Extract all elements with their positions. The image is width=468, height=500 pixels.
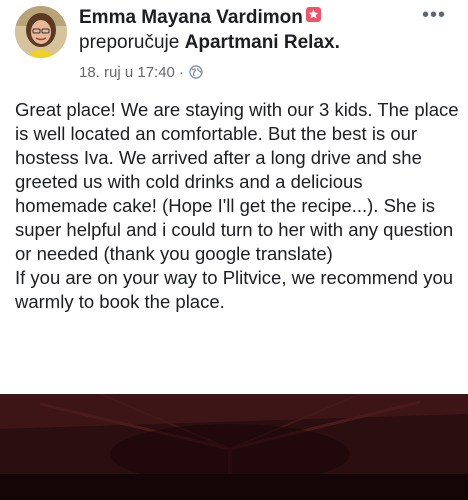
- attached-photo[interactable]: [0, 394, 468, 500]
- recommendation-badge-icon: [305, 7, 321, 22]
- post-header: Emma Mayana Vardimon preporučuje Apartma…: [79, 5, 409, 85]
- avatar-photo: [15, 6, 67, 58]
- action-line: preporučuje Apartmani Relax.: [79, 30, 409, 55]
- page-name-link[interactable]: Apartmani Relax.: [185, 32, 340, 53]
- more-options-icon[interactable]: •••: [422, 5, 446, 25]
- post-meta: 18. ruj u 17:40 ·: [79, 63, 409, 85]
- post-text: Great place! We are staying with our 3 k…: [15, 99, 459, 312]
- review-post: Emma Mayana Vardimon preporučuje Apartma…: [0, 0, 468, 394]
- author-avatar[interactable]: [15, 6, 67, 58]
- post-timestamp[interactable]: 18. ruj u 17:40: [79, 64, 175, 81]
- photo-image: [0, 394, 468, 500]
- globe-icon: [189, 65, 203, 85]
- meta-separator: ·: [178, 64, 184, 81]
- post-body: Great place! We are staying with our 3 k…: [15, 98, 460, 314]
- author-name[interactable]: Emma Mayana Vardimon: [79, 7, 303, 28]
- author-line: Emma Mayana Vardimon: [79, 5, 409, 30]
- action-verb: preporučuje: [79, 32, 180, 53]
